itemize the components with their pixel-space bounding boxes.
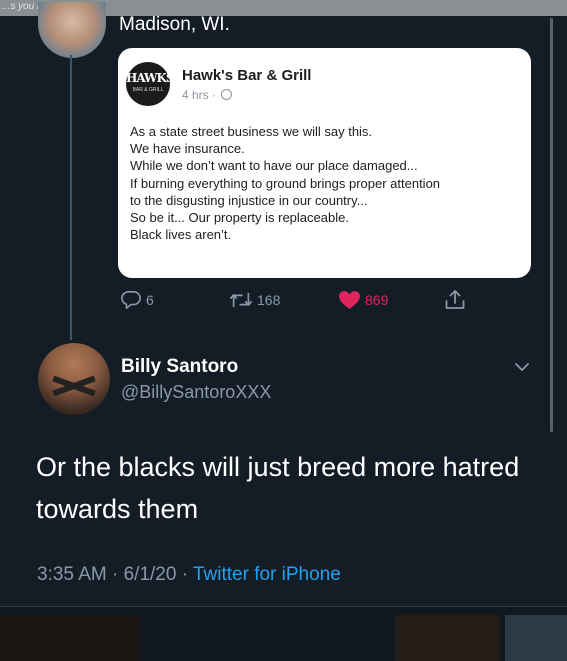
globe-icon — [221, 89, 233, 100]
reply-button[interactable]: 6 — [120, 288, 154, 312]
scrollbar[interactable] — [550, 18, 553, 432]
fb-body-line: As a state street business we will say t… — [130, 124, 373, 139]
share-button[interactable] — [444, 288, 466, 312]
fb-time-text: 4 hrs · — [182, 88, 217, 102]
heart-icon — [339, 291, 360, 310]
quoted-tweet-text: Madison, WI. — [119, 14, 230, 35]
fb-body-line: While we don’t want to have our place da… — [130, 158, 418, 174]
logo-text: HAWKS — [126, 71, 170, 85]
fb-post-body: As a state street business we will say t… — [130, 123, 531, 243]
reply-count: 6 — [146, 292, 154, 308]
fb-post-time: 4 hrs · — [182, 88, 233, 102]
cropped-image-fragment — [0, 615, 140, 661]
cropped-image-fragment — [395, 615, 500, 661]
share-icon — [445, 290, 465, 309]
retweet-count: 168 — [257, 292, 281, 308]
like-button[interactable]: 869 — [338, 288, 388, 312]
fb-body-line: Black lives aren’t. — [130, 227, 232, 243]
fb-body-line: So be it... Our property is replaceable. — [130, 210, 349, 226]
author-avatar[interactable] — [38, 343, 110, 415]
tweet-source-link[interactable]: Twitter for iPhone — [193, 564, 341, 585]
author-display-name[interactable]: Billy Santoro — [121, 356, 238, 378]
bottom-cropped-strip — [0, 607, 567, 661]
quoted-author-avatar[interactable] — [38, 2, 106, 58]
fb-page-name: Hawk's Bar & Grill — [182, 67, 312, 84]
tweet-text: Or the blacks will just breed more hatre… — [36, 452, 520, 524]
fb-body-line: We have insurance. — [130, 141, 245, 157]
cropped-image-fragment — [505, 615, 567, 661]
tweet-actions-bar: 6 168 869 — [0, 288, 567, 314]
like-count: 869 — [365, 292, 389, 308]
reply-icon — [121, 291, 141, 309]
author-handle[interactable]: @BillySantoroXXX — [121, 382, 271, 403]
tweet-metadata: 3:35 AM · 6/1/20 · Twitter for iPhone — [37, 564, 341, 586]
retweet-icon — [230, 292, 252, 308]
fb-body-line: to the disgusting injustice in our count… — [130, 192, 368, 208]
chevron-down-icon[interactable] — [512, 357, 532, 377]
facebook-post-screenshot[interactable]: HAWKS BAR & GRILL Hawk's Bar & Grill 4 h… — [118, 48, 531, 278]
logo-subtext: BAR & GRILL — [132, 87, 164, 93]
retweet-button[interactable]: 168 — [229, 288, 280, 312]
hawks-logo: HAWKS BAR & GRILL — [126, 62, 170, 106]
fb-body-line: If burning everything to ground brings p… — [130, 175, 441, 191]
tweet-timestamp: 3:35 AM · 6/1/20 · — [37, 564, 193, 585]
